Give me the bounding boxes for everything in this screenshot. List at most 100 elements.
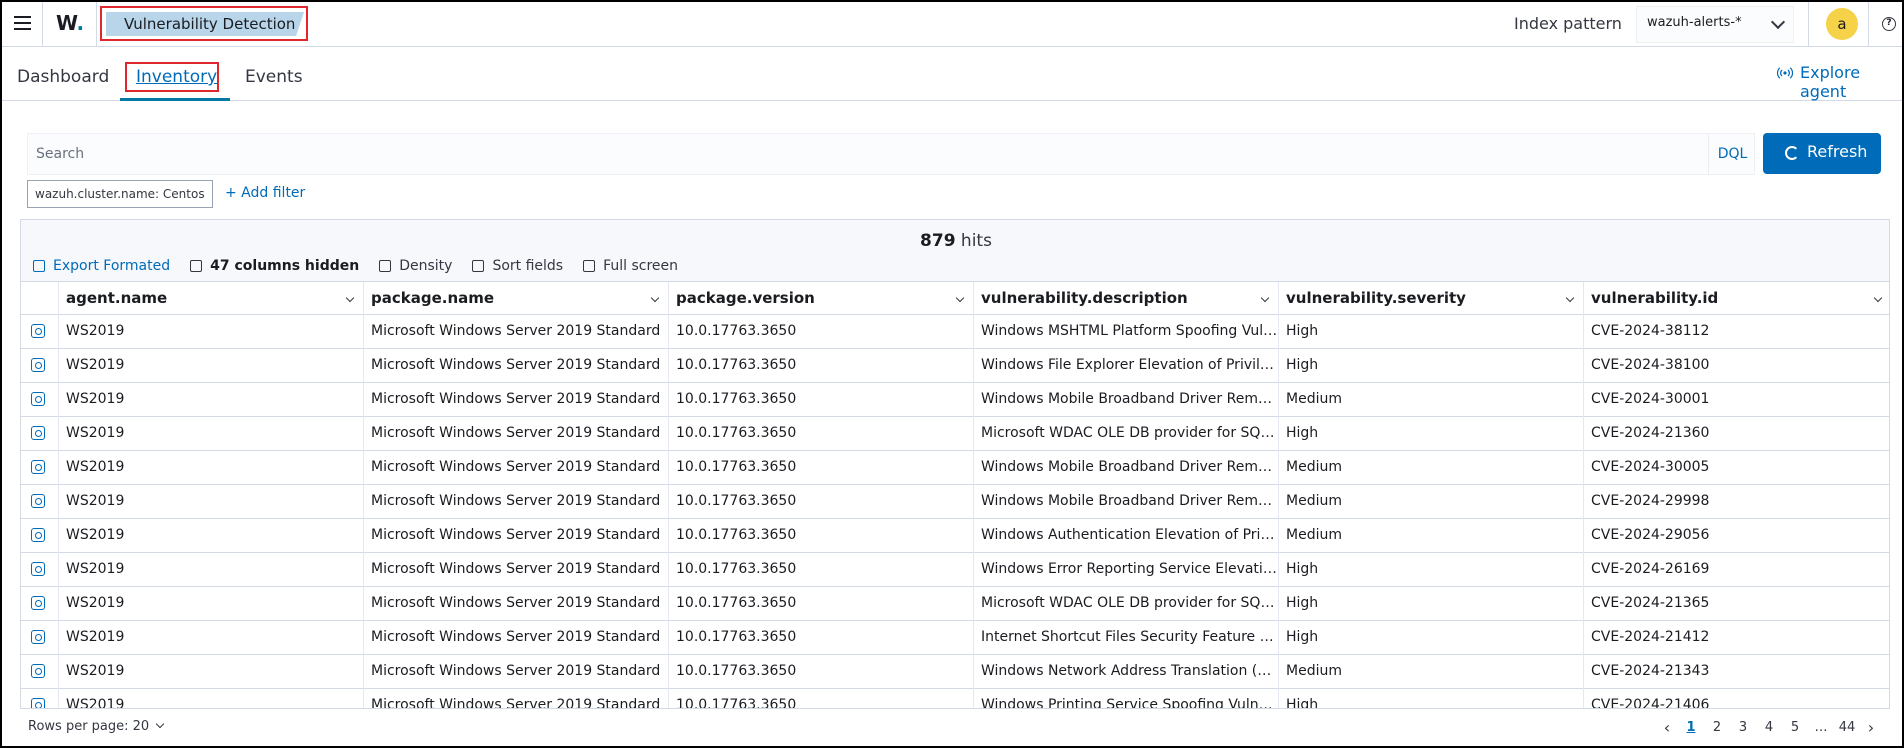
breadcrumb[interactable]: Vulnerability Detection <box>106 12 304 36</box>
table-cell[interactable]: WS2019 <box>59 485 364 519</box>
table-cell[interactable]: CVE-2024-29056 <box>1584 519 1889 553</box>
table-cell[interactable]: WS2019 <box>59 349 364 383</box>
wazuh-logo[interactable]: W. <box>56 11 84 35</box>
table-cell[interactable]: WS2019 <box>59 451 364 485</box>
table-cell[interactable]: Windows File Explorer Elevation of Privi… <box>974 349 1279 383</box>
table-cell[interactable]: Microsoft Windows Server 2019 Standard <box>364 315 669 349</box>
full-screen-button[interactable]: Full screen <box>583 258 678 274</box>
table-cell[interactable]: Microsoft Windows Server 2019 Standard <box>364 451 669 485</box>
columns-button[interactable]: 47 columns hidden <box>190 258 359 274</box>
chevron-down-icon[interactable] <box>955 293 965 303</box>
sort-fields-button[interactable]: Sort fields <box>472 258 563 274</box>
chevron-left-icon[interactable]: ‹ <box>1656 718 1678 737</box>
table-cell[interactable]: Medium <box>1279 655 1584 689</box>
table-cell[interactable]: Microsoft Windows Server 2019 Standard <box>364 587 669 621</box>
rows-per-page-select[interactable]: Rows per page: 20 <box>28 719 165 734</box>
table-cell[interactable]: CVE-2024-29998 <box>1584 485 1889 519</box>
chevron-down-icon[interactable] <box>1260 293 1270 303</box>
table-cell[interactable]: Windows Mobile Broadband Driver Remote C… <box>974 451 1279 485</box>
page-number-button[interactable]: 2 <box>1704 720 1730 735</box>
column-header[interactable]: package.version <box>669 282 974 316</box>
table-cell[interactable]: WS2019 <box>59 383 364 417</box>
table-cell[interactable]: Windows Printing Service Spoofing Vulner… <box>974 689 1279 708</box>
column-header[interactable]: vulnerability.severity <box>1279 282 1584 316</box>
table-cell[interactable]: High <box>1279 621 1584 655</box>
page-number-button[interactable]: 1 <box>1678 720 1704 735</box>
table-cell[interactable]: Windows Mobile Broadband Driver Remote C… <box>974 485 1279 519</box>
table-cell[interactable]: 10.0.17763.3650 <box>669 689 974 708</box>
table-cell[interactable]: Windows Network Address Translation (NAT… <box>974 655 1279 689</box>
table-cell[interactable]: WS2019 <box>59 587 364 621</box>
hamburger-menu-icon[interactable] <box>10 11 34 35</box>
table-cell[interactable]: Microsoft Windows Server 2019 Standard <box>364 417 669 451</box>
tab-dashboard[interactable]: Dashboard <box>17 67 109 87</box>
table-cell[interactable]: Microsoft Windows Server 2019 Standard <box>364 485 669 519</box>
table-cell[interactable]: Microsoft WDAC OLE DB provider for SQL S… <box>974 417 1279 451</box>
add-filter-button[interactable]: + Add filter <box>225 185 305 201</box>
page-number-button[interactable]: 3 <box>1730 720 1756 735</box>
table-cell[interactable]: High <box>1279 689 1584 708</box>
index-pattern-select[interactable]: wazuh-alerts-* <box>1636 6 1794 43</box>
table-cell[interactable]: Windows Authentication Elevation of Priv… <box>974 519 1279 553</box>
filter-pill[interactable]: wazuh.cluster.name: Centos <box>27 180 213 208</box>
inspect-document-icon[interactable] <box>31 494 45 508</box>
density-button[interactable]: Density <box>379 258 452 274</box>
inspect-document-icon[interactable] <box>31 596 45 610</box>
inspect-document-icon[interactable] <box>31 392 45 406</box>
table-cell[interactable]: CVE-2024-30005 <box>1584 451 1889 485</box>
table-cell[interactable]: 10.0.17763.3650 <box>669 655 974 689</box>
inspect-document-icon[interactable] <box>31 664 45 678</box>
inspect-document-icon[interactable] <box>31 358 45 372</box>
table-cell[interactable]: High <box>1279 349 1584 383</box>
inspect-document-icon[interactable] <box>31 324 45 338</box>
column-header[interactable]: vulnerability.description <box>974 282 1279 316</box>
page-number-button[interactable]: 5 <box>1782 720 1808 735</box>
table-cell[interactable]: 10.0.17763.3650 <box>669 417 974 451</box>
table-cell[interactable]: 10.0.17763.3650 <box>669 383 974 417</box>
table-cell[interactable]: Microsoft Windows Server 2019 Standard <box>364 621 669 655</box>
table-cell[interactable]: Medium <box>1279 519 1584 553</box>
table-cell[interactable]: WS2019 <box>59 553 364 587</box>
chevron-down-icon[interactable] <box>650 293 660 303</box>
table-cell[interactable]: Medium <box>1279 383 1584 417</box>
chevron-down-icon[interactable] <box>345 293 355 303</box>
dql-toggle[interactable]: DQL <box>1708 134 1756 174</box>
export-button[interactable]: Export Formated <box>33 258 170 274</box>
table-cell[interactable]: WS2019 <box>59 655 364 689</box>
inspect-document-icon[interactable] <box>31 460 45 474</box>
column-header[interactable]: agent.name <box>59 282 364 316</box>
table-cell[interactable]: High <box>1279 417 1584 451</box>
table-cell[interactable]: 10.0.17763.3650 <box>669 485 974 519</box>
table-cell[interactable]: 10.0.17763.3650 <box>669 621 974 655</box>
table-cell[interactable]: 10.0.17763.3650 <box>669 315 974 349</box>
refresh-button[interactable]: Refresh <box>1763 133 1881 174</box>
table-cell[interactable]: CVE-2024-21412 <box>1584 621 1889 655</box>
table-cell[interactable]: Windows MSHTML Platform Spoofing Vulnera… <box>974 315 1279 349</box>
help-icon[interactable]: ? <box>1882 17 1896 31</box>
table-cell[interactable]: 10.0.17763.3650 <box>669 451 974 485</box>
search-input[interactable] <box>28 134 1708 174</box>
table-cell[interactable]: 10.0.17763.3650 <box>669 519 974 553</box>
table-cell[interactable]: High <box>1279 315 1584 349</box>
column-header[interactable]: vulnerability.id <box>1584 282 1889 316</box>
table-cell[interactable]: WS2019 <box>59 519 364 553</box>
table-cell[interactable]: Microsoft Windows Server 2019 Standard <box>364 689 669 708</box>
inspect-document-icon[interactable] <box>31 562 45 576</box>
table-cell[interactable]: 10.0.17763.3650 <box>669 587 974 621</box>
tab-events[interactable]: Events <box>245 67 303 87</box>
table-cell[interactable]: CVE-2024-30001 <box>1584 383 1889 417</box>
table-cell[interactable]: Microsoft Windows Server 2019 Standard <box>364 553 669 587</box>
column-header[interactable]: package.name <box>364 282 669 316</box>
table-cell[interactable]: Microsoft Windows Server 2019 Standard <box>364 349 669 383</box>
chevron-down-icon[interactable] <box>1873 293 1883 303</box>
inspect-document-icon[interactable] <box>31 528 45 542</box>
table-cell[interactable]: CVE-2024-21365 <box>1584 587 1889 621</box>
table-cell[interactable]: CVE-2024-21360 <box>1584 417 1889 451</box>
table-cell[interactable]: WS2019 <box>59 689 364 708</box>
table-cell[interactable]: Windows Mobile Broadband Driver Remote C… <box>974 383 1279 417</box>
inspect-document-icon[interactable] <box>31 630 45 644</box>
tab-inventory[interactable]: Inventory <box>136 67 217 87</box>
table-cell[interactable]: High <box>1279 587 1584 621</box>
table-cell[interactable]: WS2019 <box>59 417 364 451</box>
inspect-document-icon[interactable] <box>31 698 45 708</box>
